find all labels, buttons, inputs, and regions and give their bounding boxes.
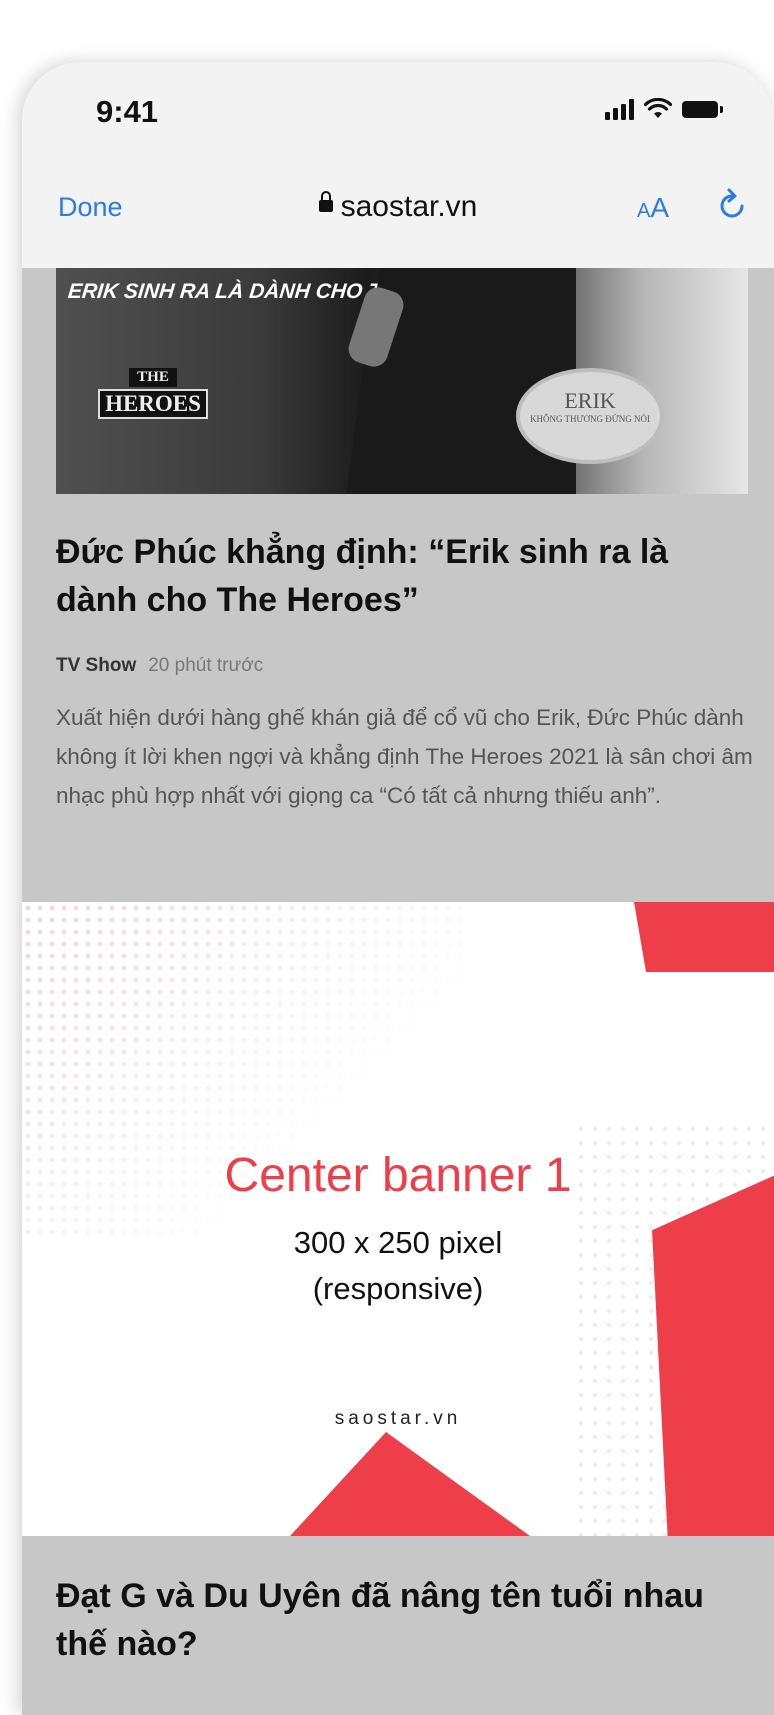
text-size-button[interactable]: AA xyxy=(637,192,669,224)
banner-title: Center banner 1 xyxy=(224,1149,572,1202)
banner-size-text: 300 x 250 pixel (responsive) xyxy=(22,1220,774,1312)
article1-meta: TV Show 20 phút trước xyxy=(56,655,263,677)
article1-time: 20 phút trước xyxy=(148,655,264,676)
fan-sign: ERIK KHÔNG THƯƠNG ĐỪNG NÓI xyxy=(516,368,664,464)
the-heroes-logo: THE HEROES xyxy=(98,368,208,419)
article2-title[interactable]: Đạt G và Du Uyên đã nâng tên tuổi nhau t… xyxy=(56,1572,756,1668)
article1-image[interactable]: ERIK SINH RA LÀ DÀNH CHO THE HEROES THE … xyxy=(56,268,748,494)
logo-line-2: HEROES xyxy=(98,389,208,419)
battery-icon xyxy=(682,100,723,118)
browser-chrome: 9:41 Done saostar.vn AA xyxy=(22,62,774,268)
text-size-big-label: A xyxy=(650,192,670,223)
banner-red-triangle xyxy=(290,1432,530,1536)
banner-site: saostar.vn xyxy=(334,1408,462,1429)
status-time: 9:41 xyxy=(96,94,159,129)
banner-size: 300 x 250 pixel xyxy=(293,1225,503,1260)
lock-icon xyxy=(318,191,333,213)
banner-red-shape-top xyxy=(634,902,774,972)
fan-sign-subtitle: KHÔNG THƯƠNG ĐỪNG NÓI xyxy=(529,414,651,424)
phone-frame: 9:41 Done saostar.vn AA ERIK SINH RA LÀ xyxy=(22,62,774,1715)
reload-icon[interactable] xyxy=(717,186,749,222)
status-icons xyxy=(605,98,723,120)
article1-title[interactable]: Đức Phúc khẳng định: “Erik sinh ra là dà… xyxy=(56,528,756,624)
signal-icon xyxy=(605,98,634,120)
center-banner-ad[interactable]: Center banner 1 300 x 250 pixel (respons… xyxy=(22,902,774,1536)
article1-excerpt: Xuất hiện dưới hàng ghế khán giả để cổ v… xyxy=(56,705,753,808)
article1-category[interactable]: TV Show xyxy=(56,655,136,676)
text-size-small-label: A xyxy=(637,200,651,222)
banner-note: (responsive) xyxy=(312,1271,484,1306)
url-text: saostar.vn xyxy=(340,190,478,223)
logo-line-1: THE xyxy=(129,368,177,387)
fan-sign-title: ERIK xyxy=(564,388,616,413)
wifi-icon xyxy=(644,98,672,118)
